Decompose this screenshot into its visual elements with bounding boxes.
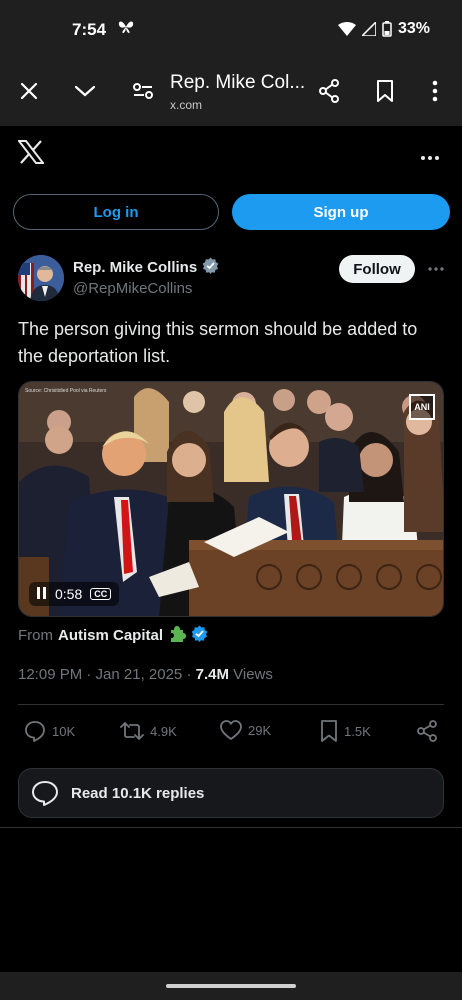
more-vert-icon[interactable]	[422, 78, 448, 104]
home-gesture-handle[interactable]	[166, 984, 296, 988]
heart-icon	[220, 720, 242, 740]
battery-icon	[382, 21, 392, 37]
site-settings-icon[interactable]	[130, 78, 156, 104]
like-button[interactable]: 29K	[220, 720, 271, 740]
repost-button[interactable]: 4.9K	[120, 720, 177, 742]
tweet-text: The person giving this sermon should be …	[18, 319, 418, 366]
video-source-caption: Source: Chrisitidied Pool via Reuters	[25, 388, 107, 394]
status-time: 7:54	[72, 20, 107, 39]
video-controls: 0:58 CC	[29, 582, 120, 606]
chat-bubble-icon	[32, 781, 58, 806]
author-name[interactable]: Rep. Mike Collins	[73, 257, 219, 278]
close-icon[interactable]	[16, 78, 42, 104]
share-icon[interactable]	[316, 78, 342, 104]
bookmark-icon[interactable]	[372, 78, 398, 104]
puzzle-piece-icon	[168, 624, 187, 646]
more-horizontal-icon[interactable]	[420, 144, 440, 167]
signal-icon	[361, 22, 376, 36]
video-attribution: From Autism Capital	[18, 624, 208, 646]
tweet-time[interactable]: 12:09 PM · Jan 21, 2025 ·	[18, 666, 196, 683]
verified-badge-icon	[191, 625, 208, 646]
share-icon	[417, 720, 437, 742]
system-nav-bar	[0, 972, 462, 1000]
browser-toolbar: Rep. Mike Col... x.com	[0, 60, 462, 126]
x-header	[0, 126, 462, 182]
pause-icon[interactable]	[37, 586, 47, 602]
tweet-more-icon[interactable]	[428, 258, 444, 276]
reply-count: 10K	[52, 723, 76, 739]
share-button[interactable]	[416, 720, 438, 742]
status-indicators: 33%	[337, 20, 430, 38]
tweet-video[interactable]: Source: Chrisitidied Pool via Reuters AN…	[18, 381, 444, 617]
divider	[18, 704, 444, 705]
like-count: 29K	[248, 722, 272, 738]
captions-icon[interactable]: CC	[90, 588, 112, 600]
wifi-icon	[337, 22, 356, 36]
ani-logo: ANI	[409, 394, 435, 420]
login-button[interactable]: Log in	[13, 194, 219, 230]
author-handle[interactable]: @RepMikeCollins	[73, 280, 192, 297]
page-url: x.com	[170, 98, 203, 112]
reply-icon	[25, 721, 45, 742]
verified-badge-icon	[202, 257, 219, 278]
author-name-text: Rep. Mike Collins	[73, 259, 198, 276]
read-replies-button[interactable]: Read 10.1K replies	[18, 768, 444, 818]
from-account-link[interactable]: Autism Capital	[58, 627, 163, 644]
reply-button[interactable]: 10K	[24, 720, 75, 742]
bookmark-icon	[321, 720, 337, 742]
chevron-down-icon[interactable]	[72, 78, 98, 104]
repost-count: 4.9K	[150, 723, 177, 739]
from-prefix: From	[18, 626, 53, 644]
status-bar: 7:54 33%	[0, 0, 462, 60]
repost-icon	[120, 722, 144, 740]
follow-button[interactable]: Follow	[339, 255, 415, 283]
views-count: 7.4M	[195, 666, 229, 683]
read-replies-label: Read 10.1K replies	[71, 784, 205, 802]
butterfly-icon	[118, 20, 134, 39]
signup-button[interactable]: Sign up	[232, 194, 450, 230]
views-label: Views	[233, 666, 273, 683]
page-title: Rep. Mike Col...	[170, 72, 306, 93]
bookmark-button[interactable]: 1.5K	[320, 720, 371, 742]
battery-percent: 33%	[397, 20, 430, 37]
video-time: 0:58	[55, 586, 83, 602]
tweet-timestamp: 12:09 PM · Jan 21, 2025 · 7.4M Views	[18, 666, 273, 683]
bookmark-count: 1.5K	[344, 723, 371, 739]
x-logo-icon[interactable]	[16, 140, 46, 169]
avatar[interactable]	[18, 255, 64, 301]
divider	[0, 827, 462, 828]
